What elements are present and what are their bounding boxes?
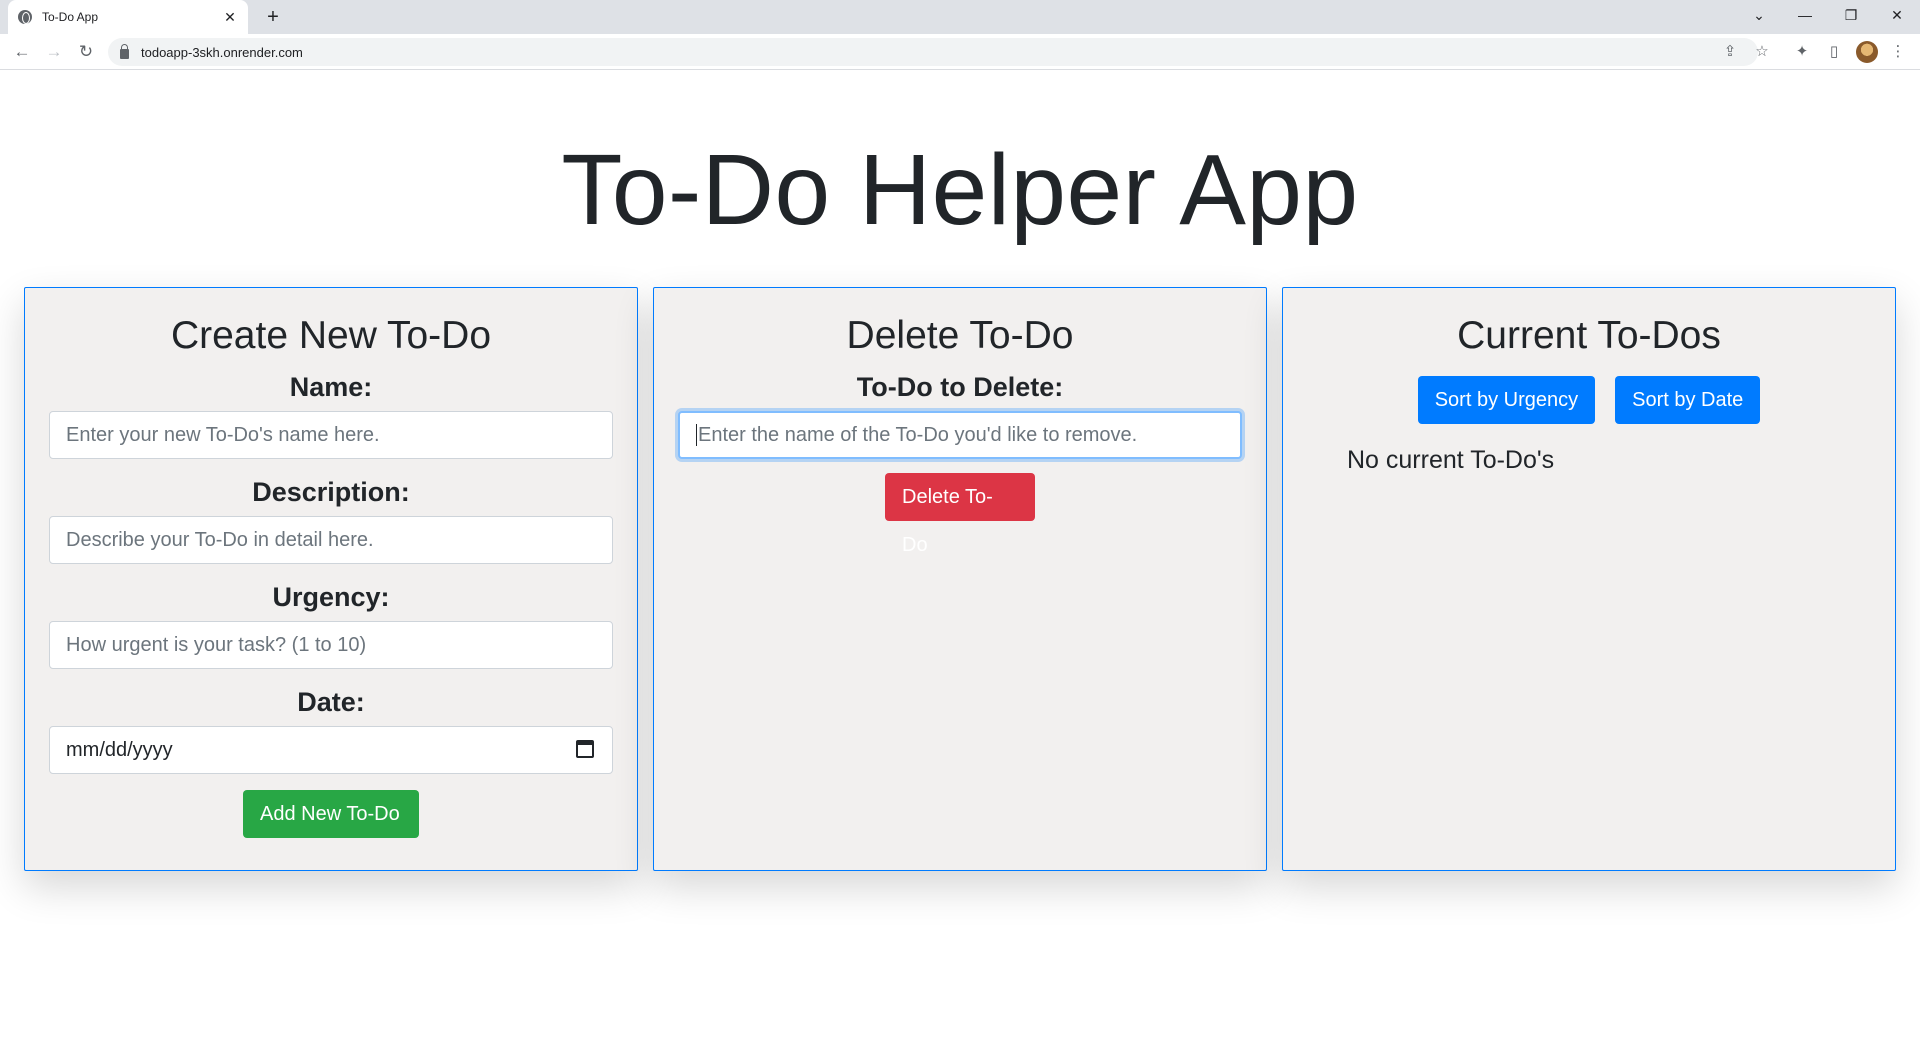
restore-button[interactable]: ❐ bbox=[1828, 0, 1874, 30]
back-icon[interactable]: ← bbox=[8, 38, 36, 66]
sort-urgency-button[interactable]: Sort by Urgency bbox=[1417, 376, 1596, 424]
bookmark-star-icon[interactable]: ☆ bbox=[1748, 38, 1776, 66]
date-input[interactable]: mm/dd/yyyy bbox=[49, 726, 613, 774]
lock-icon bbox=[120, 43, 129, 59]
name-input[interactable]: Enter your new To-Do's name here. bbox=[49, 411, 613, 459]
tab-title: To-Do App bbox=[42, 10, 99, 24]
empty-list-text: No current To-Do's bbox=[1347, 446, 1555, 474]
tab-close-icon[interactable]: ✕ bbox=[222, 9, 238, 26]
extensions-icon[interactable]: ✦ bbox=[1788, 38, 1816, 66]
name-label: Name: bbox=[289, 372, 373, 402]
window-close-button[interactable]: ✕ bbox=[1874, 0, 1920, 30]
page-content: To-Do Helper App Create New To-Do Name: … bbox=[0, 71, 1920, 1040]
create-todo-card: Create New To-Do Name: Enter your new To… bbox=[24, 287, 638, 871]
current-todos-card: Current To-Dos Sort by Urgency Sort by D… bbox=[1282, 287, 1896, 871]
create-heading: Create New To-Do bbox=[170, 314, 492, 357]
current-heading: Current To-Dos bbox=[1457, 314, 1721, 357]
new-tab-button[interactable]: + bbox=[260, 4, 286, 30]
url-text: todoapp-3skh.onrender.com bbox=[141, 44, 303, 60]
address-bar[interactable]: todoapp-3skh.onrender.com bbox=[108, 38, 1758, 66]
delete-heading: Delete To-Do bbox=[846, 314, 1074, 357]
delete-todo-card: Delete To-Do To-Do to Delete: Enter the … bbox=[653, 287, 1267, 871]
delete-name-input[interactable]: Enter the name of the To-Do you'd like t… bbox=[678, 411, 1242, 459]
date-label: Date: bbox=[297, 687, 365, 717]
sort-buttons: Sort by Urgency Sort by Date bbox=[1283, 376, 1895, 424]
delete-placeholder: Enter the name of the To-Do you'd like t… bbox=[698, 423, 1138, 446]
delete-label: To-Do to Delete: bbox=[856, 372, 1064, 402]
sort-date-button[interactable]: Sort by Date bbox=[1615, 376, 1761, 424]
delete-todo-button[interactable]: Delete To-Do bbox=[885, 473, 1035, 556]
reload-icon[interactable]: ↻ bbox=[72, 38, 100, 66]
globe-icon bbox=[18, 10, 32, 24]
urgency-label: Urgency: bbox=[272, 582, 390, 612]
browser-menu-icon[interactable]: ⋮ bbox=[1884, 38, 1912, 66]
browser-toolbar: ← → ↻ todoapp-3skh.onrender.com ⇪ ☆ ✦ ▯ … bbox=[0, 34, 1920, 70]
browser-tab[interactable]: To-Do App ✕ bbox=[8, 0, 248, 34]
add-todo-button[interactable]: Add New To-Do bbox=[243, 790, 419, 838]
urgency-placeholder: How urgent is your task? (1 to 10) bbox=[66, 633, 367, 656]
side-panel-icon[interactable]: ▯ bbox=[1820, 38, 1848, 66]
browser-tabbar: To-Do App ✕ + ⌄ — ❐ ✕ bbox=[0, 0, 1920, 34]
description-placeholder: Describe your To-Do in detail here. bbox=[66, 528, 374, 551]
description-input[interactable]: Describe your To-Do in detail here. bbox=[49, 516, 613, 564]
app-title: To-Do Helper App bbox=[561, 134, 1359, 246]
calendar-icon[interactable] bbox=[576, 740, 594, 758]
urgency-input[interactable]: How urgent is your task? (1 to 10) bbox=[49, 621, 613, 669]
text-caret bbox=[696, 424, 697, 446]
name-placeholder: Enter your new To-Do's name here. bbox=[66, 423, 380, 446]
tab-search-icon[interactable]: ⌄ bbox=[1736, 0, 1782, 30]
share-icon[interactable]: ⇪ bbox=[1716, 38, 1744, 66]
minimize-button[interactable]: — bbox=[1782, 0, 1828, 30]
description-label: Description: bbox=[252, 477, 410, 507]
profile-avatar[interactable] bbox=[1856, 41, 1878, 63]
forward-icon[interactable]: → bbox=[40, 38, 68, 66]
date-placeholder: mm/dd/yyyy bbox=[66, 738, 173, 761]
